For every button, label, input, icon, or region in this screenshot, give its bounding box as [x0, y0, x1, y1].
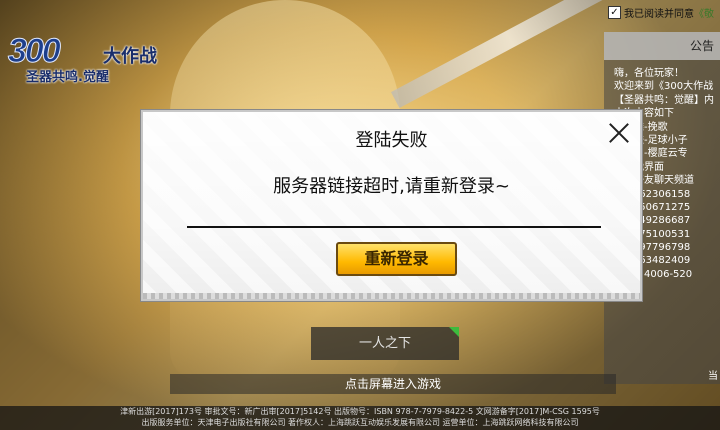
close-icon[interactable] — [606, 120, 632, 146]
notice-line: 欢迎来到《300大作战 — [614, 81, 714, 93]
dialog-divider — [187, 226, 601, 228]
notice-header: 公告 — [604, 32, 720, 60]
agreement-label: 我已阅读并同意 — [624, 8, 694, 20]
notice-line: 【圣器共鸣：觉醒】内 — [614, 94, 714, 106]
dialog-title: 登陆失败 — [355, 130, 428, 151]
relogin-button[interactable]: 重新登录 — [336, 242, 457, 276]
notice-line: 嗨，各位玩家！ — [614, 68, 684, 79]
footer-line-2: 出版服务单位：天津电子出版社有限公司 著作权人：上海跳跃互动娱乐发展有限公司 运… — [141, 418, 579, 427]
agreement-row[interactable]: ✓ 我已阅读并同意《敬 — [608, 3, 714, 21]
footer-line-1: 津新出游[2017]173号 审批文号：新广出审[2017]5142号 出版物号… — [120, 407, 600, 416]
agreement-text: 我已阅读并同意《敬 — [624, 5, 714, 20]
login-failed-dialog: 登陆失败 服务器链接超时,请重新登录~ 重新登录 — [141, 110, 642, 301]
server-status-indicator — [449, 327, 459, 337]
agreement-link[interactable]: 《敬 — [694, 9, 714, 20]
dialog-bottom-edge — [143, 293, 640, 299]
logo-subtitle: 圣器共鸣.觉醒 — [26, 70, 109, 85]
server-name: 一人之下 — [358, 336, 411, 351]
enter-game-prompt[interactable]: 点击屏幕进入游戏 — [170, 374, 616, 394]
server-select-button[interactable]: 一人之下 — [311, 327, 459, 360]
agreement-checkbox[interactable]: ✓ — [608, 5, 621, 19]
logo-title: 大作战 — [103, 46, 157, 67]
footer-license: 津新出游[2017]173号 审批文号：新广出审[2017]5142号 出版物号… — [0, 406, 720, 430]
game-logo: 300 大作战 圣器共鸣.觉醒 — [8, 14, 178, 86]
dialog-message: 服务器链接超时,请重新登录~ — [273, 176, 510, 197]
notice-bottom-label: 当 — [708, 371, 718, 382]
